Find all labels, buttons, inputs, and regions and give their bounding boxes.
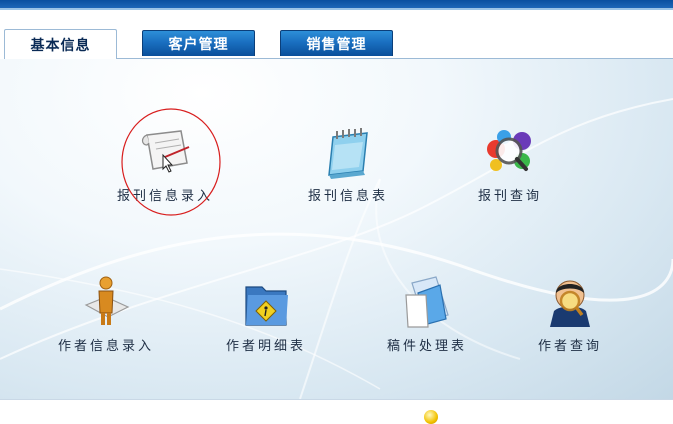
item-label: 作者查询 [537, 339, 602, 354]
item-author-query[interactable]: 作者查询 [510, 275, 630, 354]
item-label: 作者明细表 [225, 339, 306, 354]
item-label: 报刊查询 [477, 189, 542, 204]
person-magnifier-icon [550, 280, 590, 327]
item-newspaper-info-table[interactable]: 报刊信息表 [288, 127, 408, 204]
item-manuscript-processing-table[interactable]: 稿件处理表 [366, 275, 488, 354]
notepad-icon [328, 128, 368, 179]
person-document-icon [84, 276, 130, 325]
tab-sales-management[interactable]: 销售管理 [280, 30, 393, 56]
top-banner [0, 0, 673, 8]
item-label: 报刊信息表 [307, 189, 388, 204]
item-label: 稿件处理表 [386, 339, 467, 354]
status-bar [0, 399, 673, 424]
item-author-info-entry[interactable]: 作者信息录入 [45, 275, 167, 354]
status-bulb-icon [424, 410, 438, 424]
highlight-circle [121, 108, 221, 216]
item-newspaper-query[interactable]: 报刊查询 [450, 127, 570, 204]
tab-customer-management[interactable]: 客户管理 [142, 30, 255, 56]
documents-icon [405, 276, 449, 328]
magnifier-search-icon [487, 130, 531, 171]
content-panel: 报刊信息录入 报刊信息表 报刊查询 作者信息录入 作者明细表 稿件处理表 作者查… [0, 59, 673, 399]
tab-basic-info[interactable]: 基本信息 [4, 29, 117, 59]
item-label: 作者信息录入 [57, 339, 154, 354]
folder-icon [245, 286, 288, 326]
item-author-detail-table[interactable]: 作者明细表 [205, 275, 327, 354]
